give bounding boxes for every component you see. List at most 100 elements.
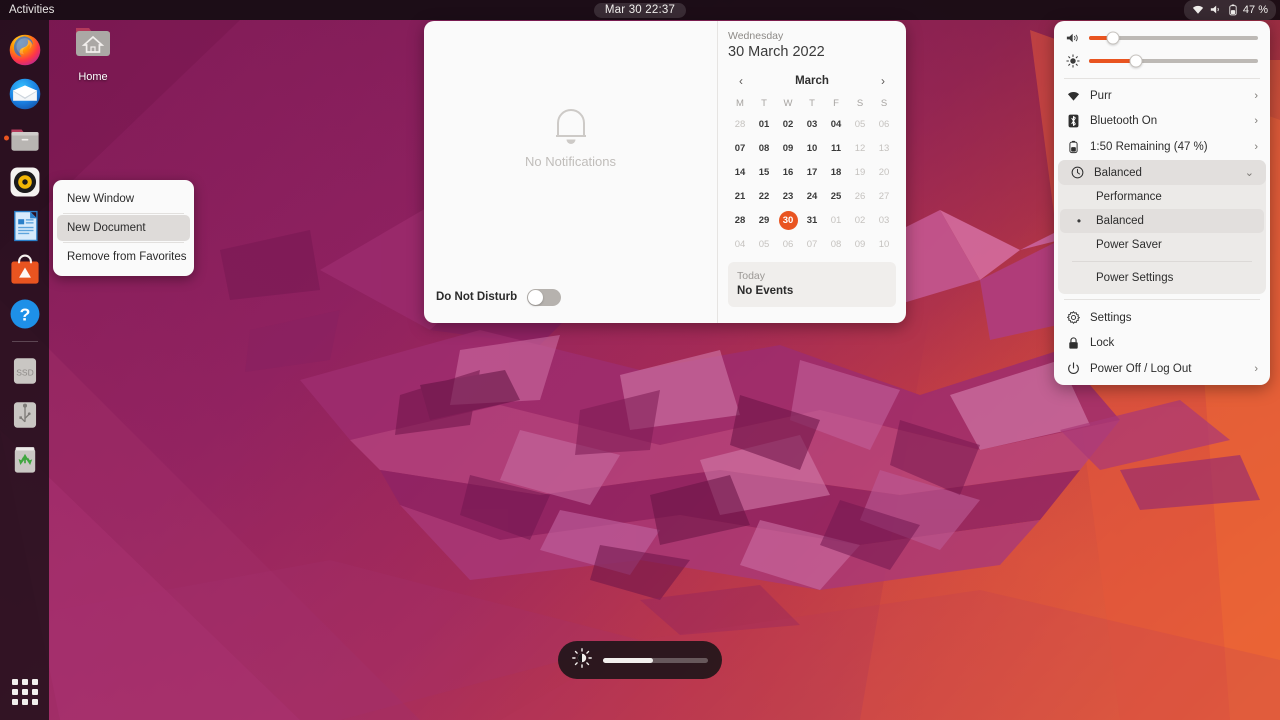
events-box[interactable]: Today No Events: [728, 262, 896, 307]
brightness-slider-row: [1054, 49, 1270, 73]
brightness-thumb[interactable]: [1129, 54, 1143, 68]
calendar-day[interactable]: 16: [776, 160, 800, 184]
calendar-next-month-button[interactable]: ›: [874, 72, 892, 90]
system-menu-item-battery[interactable]: 1:50 Remaining (47 %) ›: [1054, 134, 1270, 160]
calendar-day[interactable]: 10: [800, 136, 824, 160]
power-settings-item[interactable]: Power Settings: [1060, 266, 1264, 290]
calendar-day[interactable]: 15: [752, 160, 776, 184]
calendar-day-label: 19: [854, 166, 866, 178]
calendar-day[interactable]: 08: [752, 136, 776, 160]
dock: ? SSD: [0, 20, 49, 720]
calendar-day[interactable]: 28: [728, 208, 752, 232]
context-menu-item-new-window[interactable]: New Window: [57, 186, 190, 212]
calendar-day[interactable]: 01: [752, 112, 776, 136]
calendar-day[interactable]: 10: [872, 232, 896, 256]
system-menu-item-wifi[interactable]: Purr ›: [1054, 84, 1270, 108]
option-label: Power Saver: [1096, 239, 1162, 251]
brightness-osd-slider[interactable]: [603, 657, 708, 663]
desktop-icon-label: Home: [78, 71, 108, 83]
calendar-day[interactable]: 28: [728, 112, 752, 136]
dock-item-rhythmbox[interactable]: [3, 160, 47, 204]
dock-context-menu: New Window New Document Remove from Favo…: [53, 180, 194, 276]
volume-slider[interactable]: [1089, 31, 1258, 45]
system-menu-item-power-off[interactable]: Power Off / Log Out ›: [1054, 356, 1270, 381]
system-status-area[interactable]: 47 %: [1183, 0, 1276, 20]
calendar-day[interactable]: 18: [824, 160, 848, 184]
calendar-day[interactable]: 12: [848, 136, 872, 160]
calendar-day[interactable]: 09: [848, 232, 872, 256]
context-menu-item-new-document[interactable]: New Document: [57, 215, 190, 241]
calendar-day[interactable]: 05: [752, 232, 776, 256]
calendar-day-label: 31: [806, 214, 818, 226]
power-profile-option-balanced[interactable]: • Balanced: [1060, 209, 1264, 233]
system-menu: Purr › Bluetooth On › 1:50 Remaining (47…: [1054, 21, 1270, 385]
calendar-day[interactable]: 03: [872, 208, 896, 232]
calendar-day[interactable]: 13: [872, 136, 896, 160]
desktop-icon-home[interactable]: Home: [62, 22, 124, 83]
dock-item-firefox[interactable]: [3, 28, 47, 72]
dock-item-help[interactable]: ?: [3, 292, 47, 336]
calendar-day-label: 06: [878, 118, 890, 130]
calendar-day-label: 03: [878, 214, 890, 226]
power-profile-option-power-saver[interactable]: Power Saver: [1060, 233, 1264, 257]
dock-item-ubuntu-software[interactable]: [3, 248, 47, 292]
calendar-day[interactable]: 14: [728, 160, 752, 184]
battery-percent-label: 47 %: [1242, 3, 1268, 16]
context-menu-separator: [63, 242, 184, 243]
calendar-day-today[interactable]: 30: [776, 208, 800, 232]
activities-button[interactable]: Activities: [0, 0, 64, 20]
do-not-disturb-toggle[interactable]: [527, 288, 562, 306]
system-menu-item-lock[interactable]: Lock: [1054, 330, 1270, 356]
calendar-day[interactable]: 05: [848, 112, 872, 136]
calendar-day[interactable]: 19: [848, 160, 872, 184]
calendar-day[interactable]: 04: [824, 112, 848, 136]
calendar-day[interactable]: 01: [824, 208, 848, 232]
dock-item-trash[interactable]: [3, 437, 47, 481]
calendar-day[interactable]: 22: [752, 184, 776, 208]
calendar-day[interactable]: 06: [776, 232, 800, 256]
calendar-day[interactable]: 07: [800, 232, 824, 256]
calendar-day[interactable]: 06: [872, 112, 896, 136]
calendar-day[interactable]: 04: [728, 232, 752, 256]
dock-item-usb-drive[interactable]: [3, 393, 47, 437]
calendar-day[interactable]: 17: [800, 160, 824, 184]
show-applications-button[interactable]: [7, 674, 43, 710]
system-menu-item-bluetooth[interactable]: Bluetooth On ›: [1054, 108, 1270, 134]
power-profile-option-performance[interactable]: Performance: [1060, 185, 1264, 209]
calendar-day[interactable]: 02: [848, 208, 872, 232]
do-not-disturb-label: Do Not Disturb: [436, 291, 518, 303]
calendar-day[interactable]: 26: [848, 184, 872, 208]
calendar-day-label: 09: [782, 142, 794, 154]
rhythmbox-icon: [10, 167, 39, 197]
calendar-day[interactable]: 20: [872, 160, 896, 184]
volume-thumb[interactable]: [1106, 31, 1120, 45]
calendar-day[interactable]: 27: [872, 184, 896, 208]
calendar-day[interactable]: 24: [800, 184, 824, 208]
calendar-day[interactable]: 07: [728, 136, 752, 160]
dock-item-thunderbird[interactable]: [3, 72, 47, 116]
brightness-slider[interactable]: [1089, 54, 1258, 68]
calendar-weekday: Wednesday: [728, 30, 784, 42]
system-menu-item-settings[interactable]: Settings: [1054, 305, 1270, 330]
dock-item-ssd-drive[interactable]: SSD: [3, 349, 47, 393]
calendar-day[interactable]: 31: [800, 208, 824, 232]
calendar-day[interactable]: 21: [728, 184, 752, 208]
calendar-day[interactable]: 29: [752, 208, 776, 232]
calendar-day-label: 07: [734, 142, 746, 154]
power-profile-header[interactable]: Balanced ⌄: [1058, 160, 1266, 185]
clock-button[interactable]: Mar 30 22:37: [593, 2, 687, 18]
calendar-day[interactable]: 08: [824, 232, 848, 256]
no-notifications-placeholder: No Notifications: [424, 21, 717, 279]
dock-item-libreoffice-writer[interactable]: [3, 204, 47, 248]
calendar-day[interactable]: 11: [824, 136, 848, 160]
calendar-day[interactable]: 09: [776, 136, 800, 160]
calendar-day[interactable]: 03: [800, 112, 824, 136]
calendar-day[interactable]: 02: [776, 112, 800, 136]
dock-item-files[interactable]: [3, 116, 47, 160]
calendar-day[interactable]: 23: [776, 184, 800, 208]
context-menu-item-remove-from-favorites[interactable]: Remove from Favorites: [57, 244, 190, 270]
calendar-prev-month-button[interactable]: ‹: [732, 72, 750, 90]
toggle-knob: [528, 289, 544, 305]
calendar-day[interactable]: 25: [824, 184, 848, 208]
ssd-drive-icon: SSD: [13, 358, 36, 384]
